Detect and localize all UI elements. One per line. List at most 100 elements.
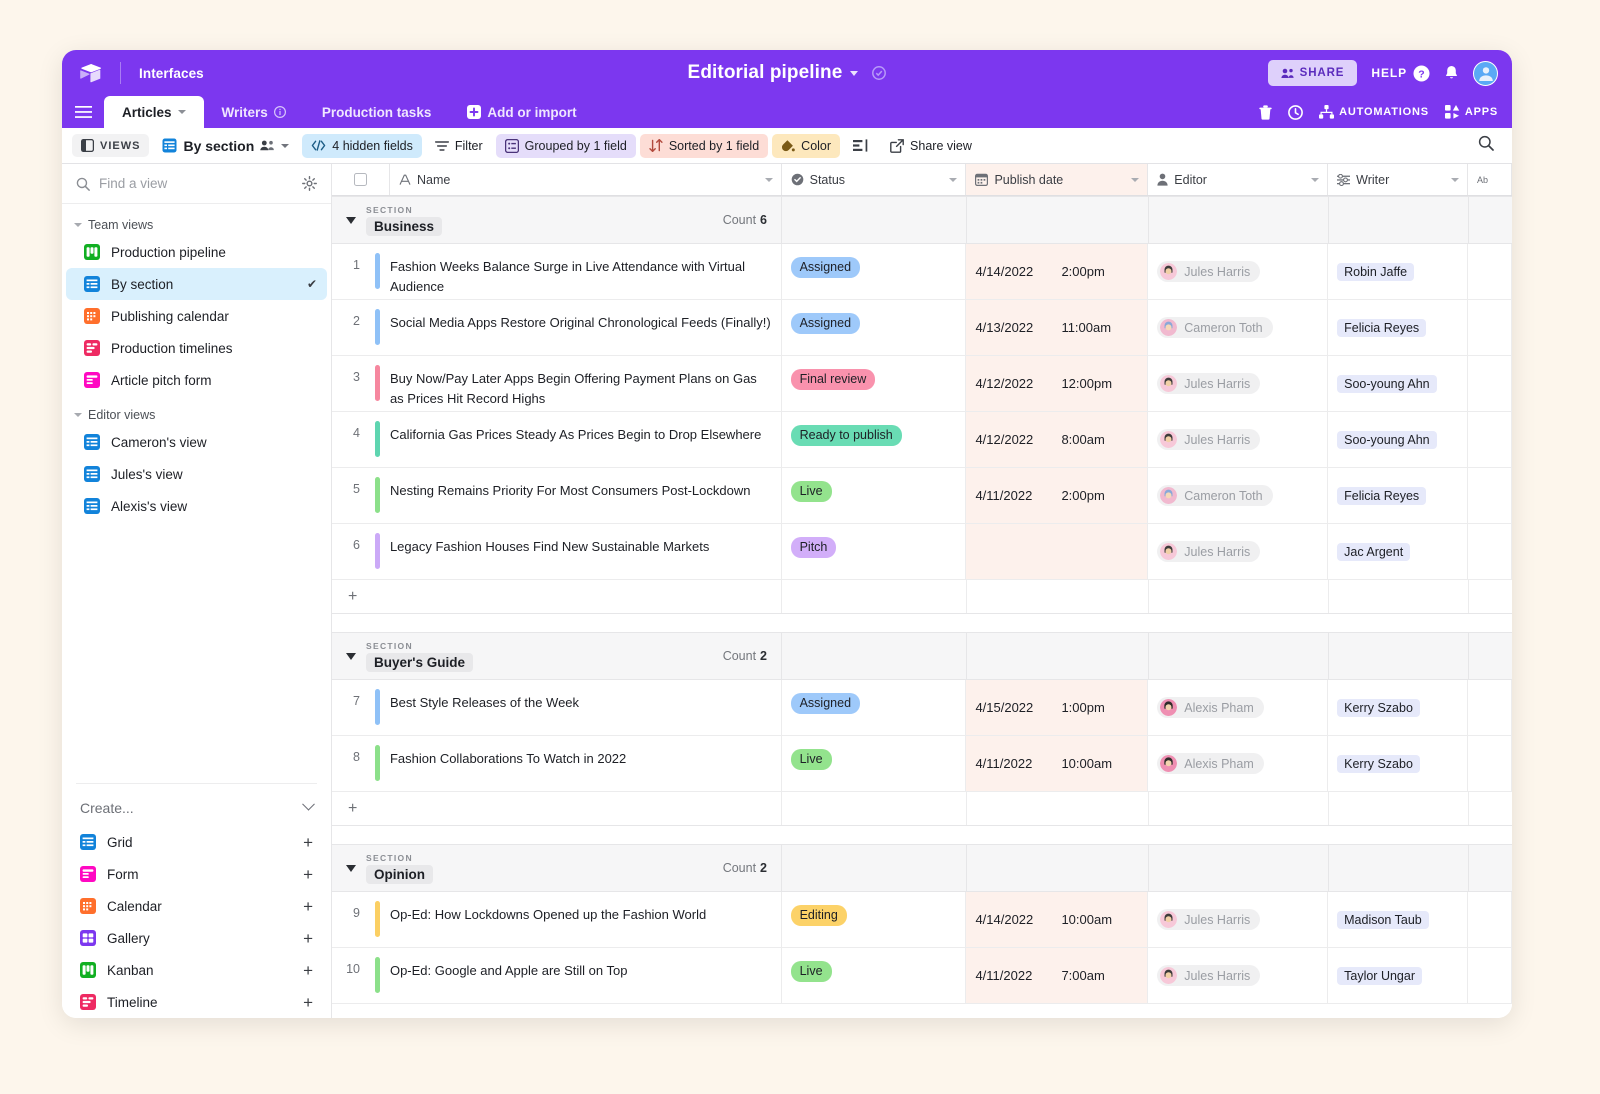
cell-publish-date[interactable]: 4/14/202210:00am [966,892,1148,947]
history-clock-icon[interactable] [1288,105,1303,120]
cell-status[interactable]: Editing [782,892,967,947]
chevron-down-icon[interactable] [1451,178,1459,182]
cell-editor[interactable]: Alexis Pham [1148,736,1328,791]
share-button[interactable]: SHARE [1268,60,1358,86]
cell-status[interactable]: Assigned [782,300,967,355]
airtable-logo-icon[interactable] [74,63,108,83]
cell-status[interactable]: Live [782,948,967,1003]
create-item-gallery[interactable]: Gallery + [76,922,317,954]
cell-name[interactable]: Buy Now/Pay Later Apps Begin Offering Pa… [390,356,782,411]
cell-status[interactable]: Live [782,736,967,791]
sidebar-item-camerons-view[interactable]: Cameron's view [66,426,327,458]
table-row[interactable]: 8 Fashion Collaborations To Watch in 202… [332,736,1512,792]
column-header-status[interactable]: Status [782,164,967,195]
sidebar-item-production-pipeline[interactable]: Production pipeline [66,236,327,268]
sidebar-item-publishing-calendar[interactable]: Publishing calendar [66,300,327,332]
column-header-publish-date[interactable]: Publish date [966,164,1148,195]
chevron-down-icon[interactable] [178,110,186,114]
hidden-fields-button[interactable]: 4 hidden fields [302,134,422,158]
chevron-down-icon[interactable] [1131,178,1139,182]
cell-editor[interactable]: Jules Harris [1148,524,1328,579]
cell-overflow[interactable] [1468,948,1512,1003]
chevron-down-icon[interactable] [302,797,315,810]
cell-writer[interactable]: Madison Taub [1328,892,1468,947]
plus-icon[interactable]: + [303,866,313,883]
cell-editor[interactable]: Cameron Toth [1148,300,1328,355]
sidebar-item-article-pitch-form[interactable]: Article pitch form [66,364,327,396]
table-row[interactable]: 10 Op-Ed: Google and Apple are Still on … [332,948,1512,1004]
chevron-down-icon[interactable] [850,71,858,76]
column-header-name[interactable]: Name [390,164,782,195]
sidebar-group-team-views[interactable]: Team views [62,212,331,236]
sync-status-icon[interactable] [872,66,886,80]
table-row[interactable]: 1 Fashion Weeks Balance Surge in Live At… [332,244,1512,300]
cell-overflow[interactable] [1468,356,1512,411]
cell-writer[interactable]: Robin Jaffe [1328,244,1468,299]
plus-icon[interactable]: + [303,994,313,1011]
sidebar-group-editor-views[interactable]: Editor views [62,402,331,426]
cell-status[interactable]: Final review [782,356,967,411]
sidebar-item-by-section[interactable]: By section ✔ [66,268,327,300]
cell-name[interactable]: California Gas Prices Steady As Prices B… [390,412,782,467]
cell-editor[interactable]: Jules Harris [1148,948,1328,1003]
cell-publish-date[interactable]: 4/15/20221:00pm [966,680,1148,735]
row-height-button[interactable] [844,134,877,157]
current-view-selector[interactable]: By section [153,133,298,159]
table-row[interactable]: 3 Buy Now/Pay Later Apps Begin Offering … [332,356,1512,412]
gear-icon[interactable] [302,176,317,191]
notification-bell-icon[interactable] [1444,65,1459,82]
chevron-down-icon[interactable] [949,178,957,182]
sidebar-item-alexiss-view[interactable]: Alexis's view [66,490,327,522]
cell-overflow[interactable] [1468,468,1512,523]
automations-button[interactable]: AUTOMATIONS [1319,105,1429,119]
cell-writer[interactable]: Soo-young Ahn [1328,412,1468,467]
select-all-cell[interactable] [332,164,390,195]
cell-overflow[interactable] [1468,524,1512,579]
cell-writer[interactable]: Felicia Reyes [1328,468,1468,523]
cell-name[interactable]: Fashion Collaborations To Watch in 2022 [390,736,782,791]
cell-status[interactable]: Live [782,468,967,523]
cell-status[interactable]: Pitch [782,524,967,579]
chevron-down-icon[interactable] [281,144,289,148]
tab-production-tasks[interactable]: Production tasks [304,96,450,128]
plus-icon[interactable]: + [303,962,313,979]
plus-icon[interactable]: + [303,834,313,851]
create-item-kanban[interactable]: Kanban + [76,954,317,986]
cell-overflow[interactable] [1468,892,1512,947]
sort-button[interactable]: Sorted by 1 field [640,134,768,158]
section-header[interactable]: SECTION Business Count6 [332,196,1512,244]
create-item-calendar[interactable]: Calendar + [76,890,317,922]
cell-status[interactable]: Assigned [782,244,967,299]
table-row[interactable]: 5 Nesting Remains Priority For Most Cons… [332,468,1512,524]
collapse-triangle-icon[interactable] [346,217,356,224]
cell-name[interactable]: Fashion Weeks Balance Surge in Live Atte… [390,244,782,299]
table-row[interactable]: 9 Op-Ed: How Lockdowns Opened up the Fas… [332,892,1512,948]
cell-editor[interactable]: Jules Harris [1148,244,1328,299]
cell-status[interactable]: Ready to publish [782,412,967,467]
cell-publish-date[interactable]: 4/12/20228:00am [966,412,1148,467]
cell-name[interactable]: Nesting Remains Priority For Most Consum… [390,468,782,523]
section-header[interactable]: SECTION Buyer's Guide Count2 [332,632,1512,680]
tab-writers[interactable]: Writers [204,96,304,128]
cell-status[interactable]: Assigned [782,680,967,735]
cell-writer[interactable]: Kerry Szabo [1328,680,1468,735]
hamburger-menu-icon[interactable] [62,96,104,128]
plus-icon[interactable]: + [332,800,357,818]
cell-writer[interactable]: Taylor Ungar [1328,948,1468,1003]
cell-overflow[interactable] [1468,244,1512,299]
chevron-down-icon[interactable] [765,178,773,182]
cell-publish-date[interactable]: 4/11/20227:00am [966,948,1148,1003]
cell-publish-date[interactable]: 4/13/202211:00am [966,300,1148,355]
table-row[interactable]: 2 Social Media Apps Restore Original Chr… [332,300,1512,356]
add-or-import-button[interactable]: Add or import [449,96,594,128]
create-item-timeline[interactable]: Timeline + [76,986,317,1018]
collapse-triangle-icon[interactable] [346,653,356,660]
cell-writer[interactable]: Kerry Szabo [1328,736,1468,791]
cell-name[interactable]: Legacy Fashion Houses Find New Sustainab… [390,524,782,579]
apps-button[interactable]: APPS [1445,105,1498,119]
cell-writer[interactable]: Felicia Reyes [1328,300,1468,355]
cell-overflow[interactable] [1468,680,1512,735]
group-button[interactable]: Grouped by 1 field [496,134,636,158]
plus-icon[interactable]: + [332,588,357,606]
find-a-view-input[interactable] [99,176,293,191]
